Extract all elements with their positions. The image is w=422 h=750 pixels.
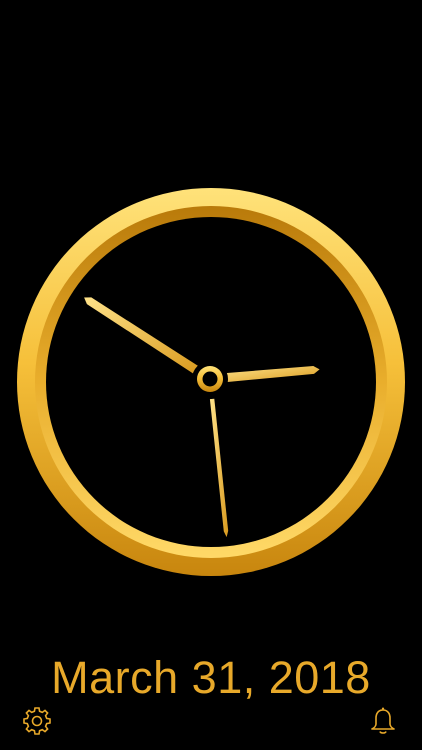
gear-icon xyxy=(23,707,51,735)
date-label: March 31, 2018 xyxy=(51,652,371,703)
bell-icon xyxy=(371,707,395,734)
alarm-button[interactable] xyxy=(366,704,400,738)
settings-button[interactable] xyxy=(20,704,54,738)
center-hub-inner xyxy=(202,371,218,387)
analog-clock xyxy=(17,188,405,576)
